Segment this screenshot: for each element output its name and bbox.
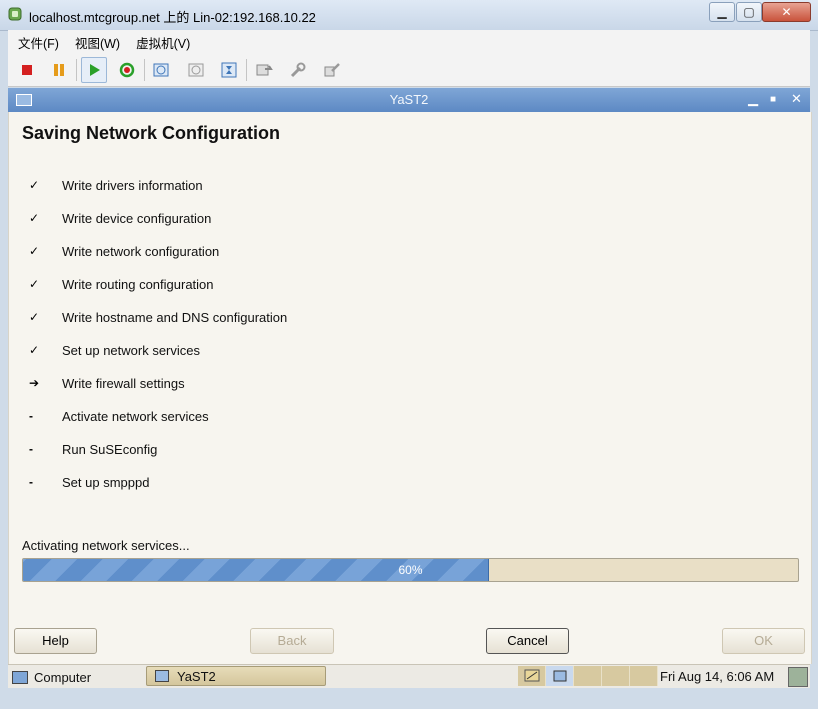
step-item-pending: - Activate network services bbox=[9, 407, 609, 427]
pause-button[interactable] bbox=[46, 57, 72, 83]
vm-app-icon bbox=[8, 7, 22, 21]
settings-button[interactable] bbox=[319, 57, 345, 83]
check-icon: ✓ bbox=[29, 178, 40, 192]
reset-button[interactable] bbox=[114, 57, 140, 83]
yast-window-title: YaST2 bbox=[389, 92, 429, 107]
revert-snapshot-icon bbox=[188, 63, 204, 77]
play-button[interactable] bbox=[81, 57, 107, 83]
step-label: Write drivers information bbox=[62, 178, 203, 193]
host-toolbar bbox=[8, 54, 810, 87]
clock[interactable]: Fri Aug 14, 6:06 AM bbox=[660, 669, 774, 684]
progress-label: 60% bbox=[398, 563, 423, 577]
menu-file[interactable]: 文件(F) bbox=[8, 33, 65, 52]
host-window-title: localhost.mtcgroup.net 上的 Lin-02:192.168… bbox=[29, 10, 316, 25]
stop-button[interactable] bbox=[14, 57, 40, 83]
console-button[interactable] bbox=[251, 57, 277, 83]
step-label: Activate network services bbox=[62, 409, 209, 424]
stop-icon bbox=[22, 65, 32, 75]
minimize-icon: ▁ bbox=[717, 5, 727, 19]
help-button[interactable]: Help bbox=[14, 628, 97, 654]
console-icon bbox=[256, 64, 273, 76]
taskbar-item-yast[interactable]: YaST2 bbox=[146, 666, 326, 686]
menu-view[interactable]: 视图(W) bbox=[65, 33, 126, 52]
maximize-icon: ▢ bbox=[743, 5, 755, 19]
maximize-button[interactable]: ▢ bbox=[736, 2, 762, 22]
settings-icon bbox=[324, 63, 340, 77]
system-tray bbox=[518, 666, 658, 686]
step-item: ✓ Write device configuration bbox=[9, 209, 609, 229]
taskbar: Computer YaST2 Fri Aug 14, 6:06 AM bbox=[8, 664, 810, 689]
step-item-current: ➔ Write firewall settings bbox=[9, 374, 609, 394]
computer-icon bbox=[12, 670, 28, 684]
back-button[interactable]: Back bbox=[250, 628, 334, 654]
wrench-icon bbox=[290, 62, 306, 78]
minimize-button[interactable]: ▁ bbox=[709, 2, 735, 22]
step-item: ✓ Write drivers information bbox=[9, 176, 609, 196]
step-label: Set up network services bbox=[62, 343, 201, 358]
step-label: Write hostname and DNS configuration bbox=[62, 310, 288, 325]
close-icon: ✕ bbox=[781, 5, 792, 19]
ok-button[interactable]: OK bbox=[722, 628, 805, 654]
snapshot-button[interactable] bbox=[148, 57, 174, 83]
snapshot-icon bbox=[153, 63, 169, 77]
tray-desktop-icon[interactable] bbox=[546, 666, 574, 686]
host-menubar: 文件(F) 视图(W) 虚拟机(V) bbox=[8, 30, 810, 54]
yast-dialog: Saving Network Configuration ✓ Write dri… bbox=[8, 112, 812, 664]
desktop-icon bbox=[553, 670, 566, 682]
progress-bar: 60% bbox=[22, 558, 799, 582]
step-item: ✓ Write hostname and DNS configuration bbox=[9, 308, 609, 328]
play-icon bbox=[90, 64, 100, 76]
check-icon: ✓ bbox=[29, 277, 40, 291]
step-label: Write firewall settings bbox=[62, 376, 185, 391]
step-label: Set up smpppd bbox=[62, 475, 150, 490]
tray-network-icon[interactable] bbox=[518, 666, 546, 686]
computer-menu-button[interactable]: Computer bbox=[12, 667, 91, 687]
check-icon: ✓ bbox=[29, 310, 40, 324]
show-desktop-icon[interactable] bbox=[788, 667, 808, 687]
yast-close-icon[interactable]: ✕ bbox=[791, 91, 802, 107]
dash-icon: - bbox=[29, 442, 33, 456]
host-status-area bbox=[0, 688, 818, 709]
tools-button[interactable] bbox=[285, 57, 311, 83]
dash-icon: - bbox=[29, 475, 33, 489]
computer-label: Computer bbox=[34, 669, 92, 685]
tray-slot[interactable] bbox=[574, 666, 602, 686]
page-title: Saving Network Configuration bbox=[22, 123, 281, 143]
step-label: Write network configuration bbox=[62, 244, 220, 259]
yast-maximize-icon[interactable]: ■ bbox=[770, 94, 776, 105]
host-titlebar: localhost.mtcgroup.net 上的 Lin-02:192.168… bbox=[0, 0, 818, 31]
yast-minimize-icon[interactable]: ▁ bbox=[748, 91, 758, 107]
cancel-button[interactable]: Cancel bbox=[486, 628, 569, 654]
pause-icon bbox=[54, 64, 64, 76]
refresh-icon bbox=[119, 62, 135, 78]
snapshot-manager-icon bbox=[221, 62, 237, 78]
step-item-pending: - Set up smpppd bbox=[9, 473, 609, 493]
menu-vm[interactable]: 虚拟机(V) bbox=[126, 33, 196, 52]
network-icon bbox=[524, 669, 539, 682]
check-icon: ✓ bbox=[29, 211, 40, 225]
step-item: ✓ Write routing configuration bbox=[9, 275, 609, 295]
status-text: Activating network services... bbox=[22, 538, 190, 553]
step-label: Write device configuration bbox=[62, 211, 212, 226]
revert-snapshot-button[interactable] bbox=[183, 57, 209, 83]
arrow-right-icon: ➔ bbox=[29, 376, 40, 390]
tray-slot[interactable] bbox=[602, 666, 630, 686]
dash-icon: - bbox=[29, 409, 33, 423]
check-icon: ✓ bbox=[29, 244, 40, 258]
step-item: ✓ Write network configuration bbox=[9, 242, 609, 262]
step-label: Run SuSEconfig bbox=[62, 442, 158, 457]
close-button[interactable]: ✕ bbox=[762, 2, 811, 22]
yast-titlebar: YaST2 ▁ ■ ✕ bbox=[8, 88, 810, 112]
step-label: Write routing configuration bbox=[62, 277, 214, 292]
step-item-pending: - Run SuSEconfig bbox=[9, 440, 609, 460]
taskbar-item-label: YaST2 bbox=[177, 668, 216, 684]
window-icon bbox=[155, 670, 169, 682]
step-item: ✓ Set up network services bbox=[9, 341, 609, 361]
tray-slot[interactable] bbox=[630, 666, 658, 686]
snapshot-manager-button[interactable] bbox=[216, 57, 242, 83]
check-icon: ✓ bbox=[29, 343, 40, 357]
